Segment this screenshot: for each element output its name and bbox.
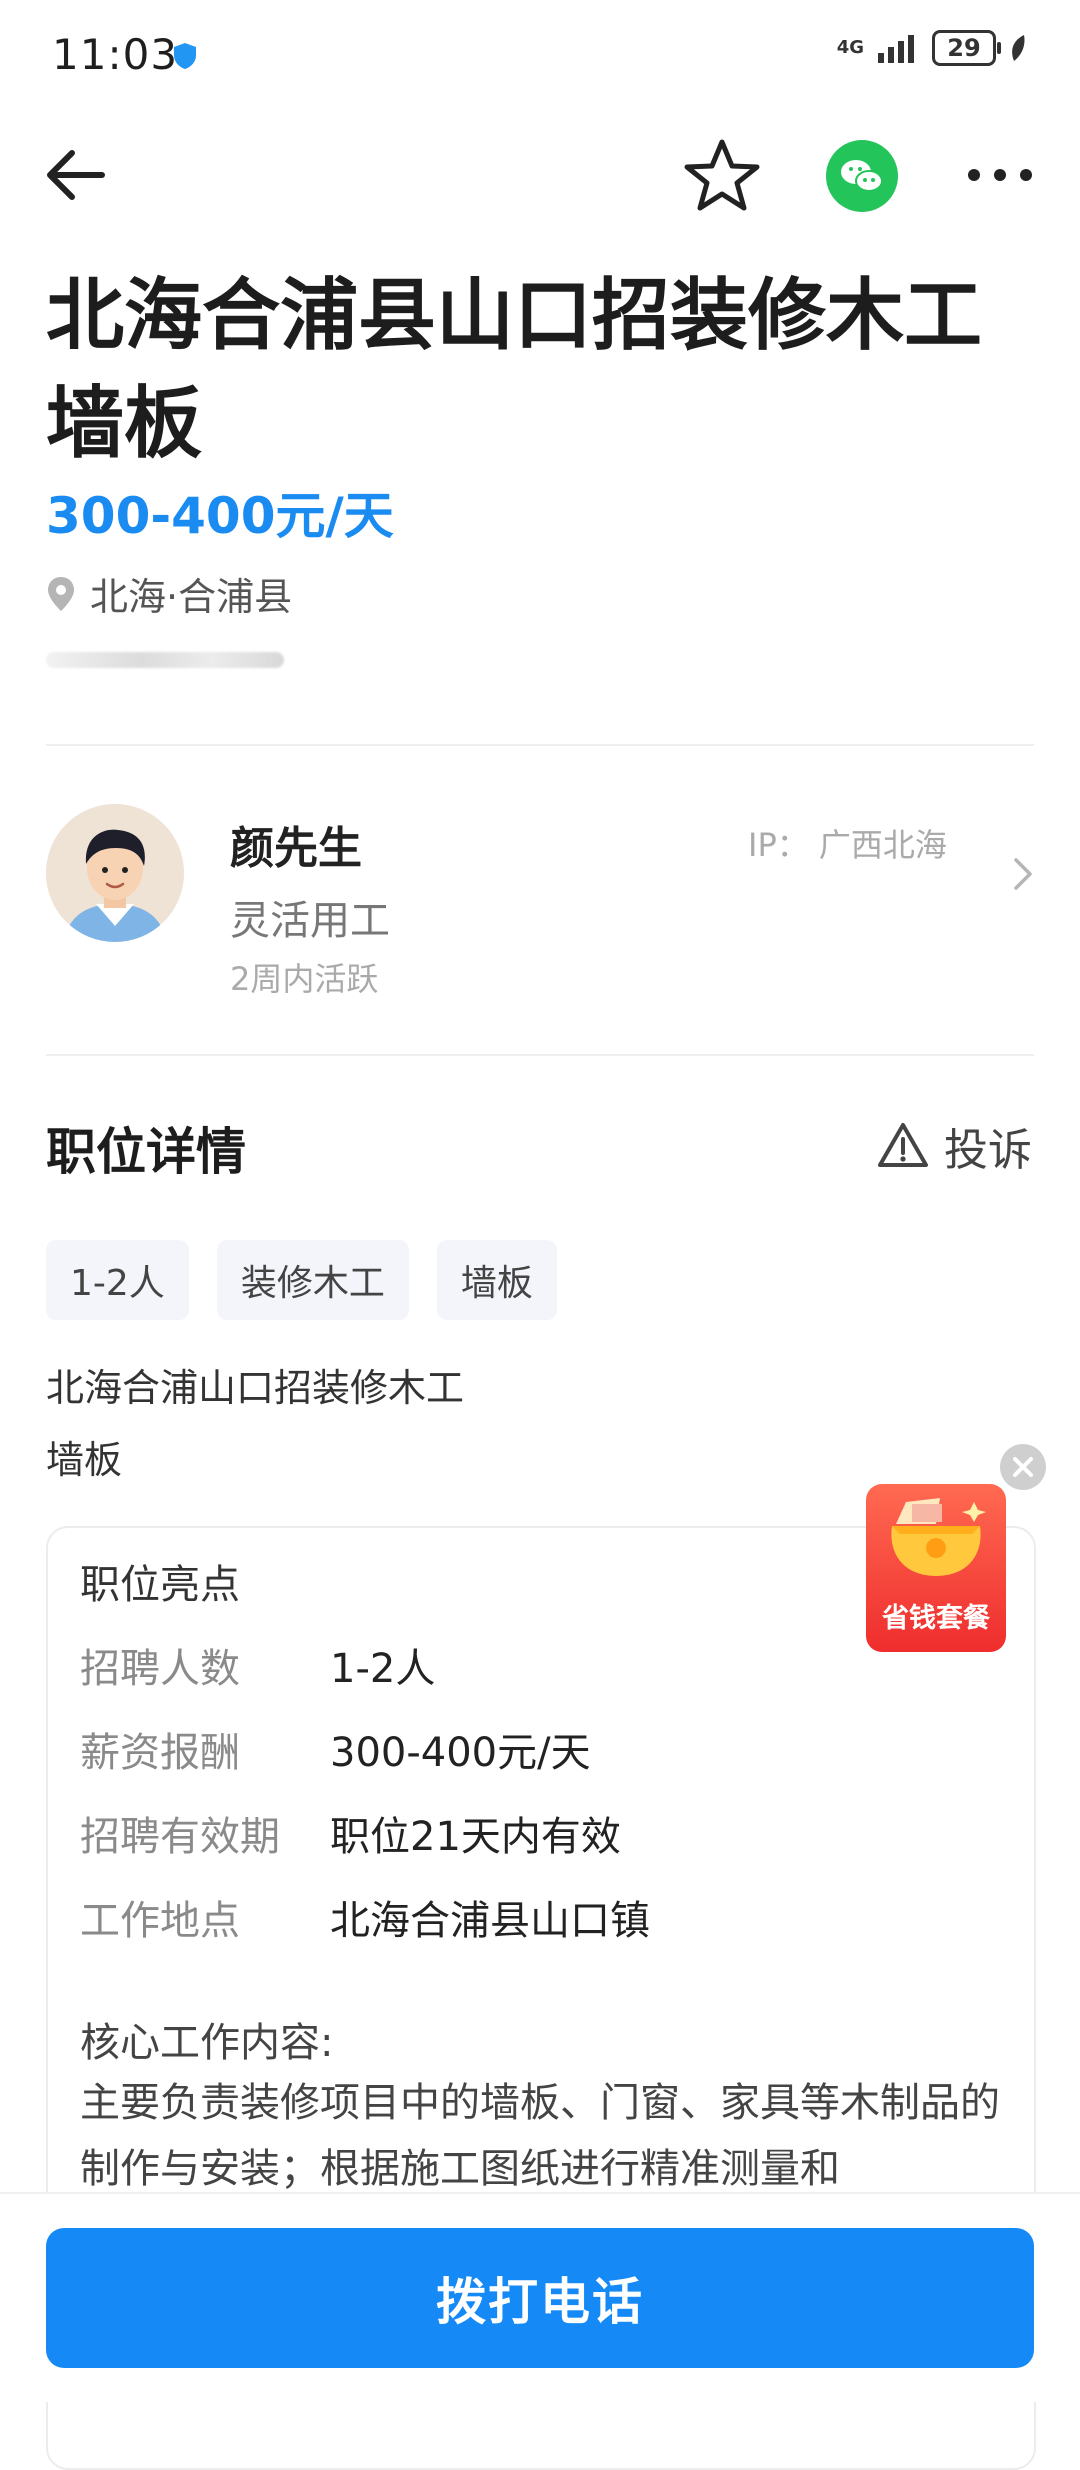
status-indicators: 4G 29 bbox=[837, 30, 1028, 66]
tag-category: 墙板 bbox=[436, 1240, 557, 1320]
row-value-headcount: 1-2人 bbox=[330, 1646, 436, 1692]
divider bbox=[46, 744, 1034, 746]
blurred-content bbox=[46, 652, 284, 668]
close-icon bbox=[1013, 1457, 1033, 1477]
report-label: 投诉 bbox=[944, 1125, 1032, 1176]
signal-icon bbox=[878, 35, 914, 63]
row-value-workplace: 北海合浦县山口镇 bbox=[330, 1898, 650, 1944]
row-label-headcount: 招聘人数 bbox=[80, 1646, 240, 1692]
section-title: 职位详情 bbox=[46, 1123, 246, 1181]
shield-icon bbox=[174, 43, 196, 69]
battery-indicator: 29 bbox=[932, 30, 1001, 66]
row-label-workplace: 工作地点 bbox=[80, 1898, 240, 1944]
row-value-validity: 职位21天内有效 bbox=[330, 1814, 621, 1860]
back-arrow-icon[interactable] bbox=[40, 140, 120, 210]
divider bbox=[46, 1054, 1034, 1056]
favorite-star-icon[interactable] bbox=[680, 134, 764, 218]
core-duties-text: 主要负责装修项目中的墙板、门窗、家具等木制品的制作与安装；根据施工图纸进行精准测… bbox=[80, 2080, 1000, 2192]
chevron-right-icon[interactable] bbox=[1010, 856, 1036, 892]
more-options-icon[interactable] bbox=[960, 140, 1040, 210]
call-button[interactable]: 拨打电话 bbox=[46, 2228, 1034, 2368]
wechat-share-button[interactable] bbox=[826, 140, 898, 212]
avatar-illustration bbox=[46, 804, 184, 942]
money-bag-icon bbox=[891, 1498, 986, 1576]
location-text: 北海·合浦县 bbox=[90, 575, 293, 619]
description-line: 北海合浦山口招装修木工 bbox=[46, 1366, 465, 1410]
employer-activity: 2周内活跃 bbox=[230, 960, 379, 998]
tag-headcount: 1-2人 bbox=[46, 1240, 189, 1320]
status-time: 11:03 bbox=[52, 30, 179, 79]
salary-range: 300-400元/天 bbox=[46, 487, 394, 545]
report-button[interactable]: 投诉 bbox=[876, 1114, 1032, 1178]
job-description: 北海合浦山口招装修木工 墙板 bbox=[46, 1352, 464, 1496]
row-value-salary: 300-400元/天 bbox=[330, 1730, 591, 1776]
row-label-validity: 招聘有效期 bbox=[80, 1814, 280, 1860]
tag-trade: 装修木工 bbox=[216, 1240, 409, 1320]
employer-name: 颜先生 bbox=[230, 823, 362, 874]
promo-close-button[interactable] bbox=[1000, 1444, 1046, 1490]
promo-label: 省钱套餐 bbox=[882, 1603, 990, 1634]
employer-avatar[interactable] bbox=[46, 804, 184, 942]
job-title: 北海合浦县山口招装修木工墙板 bbox=[46, 271, 983, 469]
leaf-icon bbox=[1012, 35, 1025, 61]
network-label: 4G bbox=[836, 37, 864, 58]
core-duties-title: 核心工作内容: bbox=[80, 2020, 334, 2066]
job-tags: 1-2人 装修木工 墙板 bbox=[46, 1240, 557, 1320]
row-label-salary: 薪资报酬 bbox=[80, 1730, 240, 1776]
warning-icon bbox=[878, 1123, 928, 1167]
description-line: 墙板 bbox=[46, 1438, 123, 1482]
wechat-icon bbox=[841, 160, 883, 192]
battery-level: 29 bbox=[947, 34, 981, 62]
employer-type: 灵活用工 bbox=[230, 898, 390, 944]
employer-ip: IP： 广西北海 bbox=[748, 826, 947, 864]
highlights-title: 职位亮点 bbox=[80, 1562, 240, 1608]
location-pin-icon bbox=[48, 576, 74, 611]
job-location: 北海·合浦县 bbox=[46, 566, 292, 621]
